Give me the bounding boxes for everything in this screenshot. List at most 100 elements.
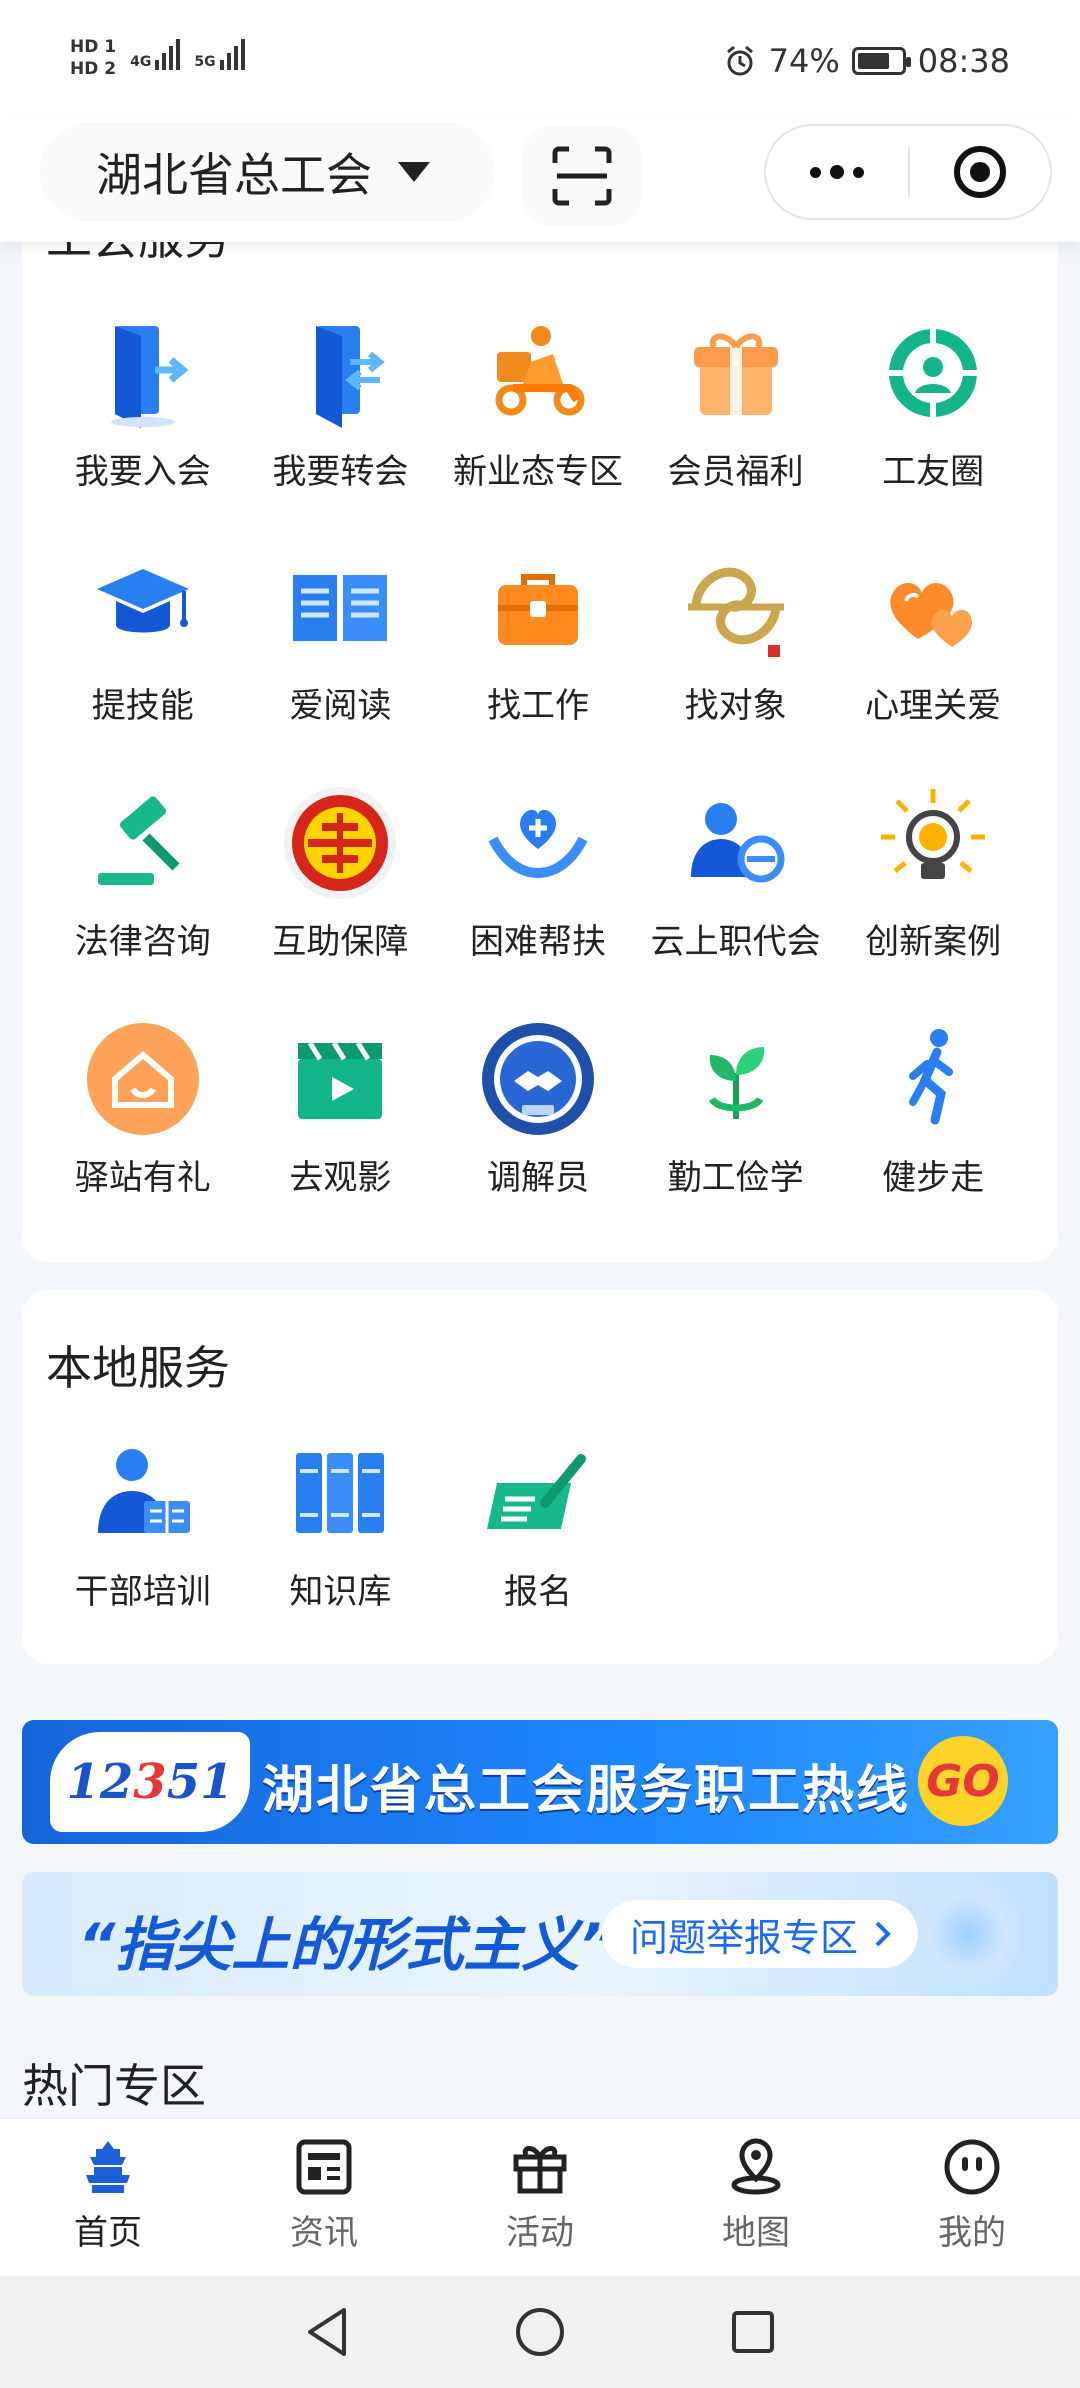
signup-icon [473,1428,603,1558]
scan-button[interactable] [522,126,642,226]
matchmaking-logo-icon [671,542,801,672]
gift-icon [513,2146,567,2194]
hotline-banner[interactable]: 12 3 51 湖北省总工会服务职工热线 GO [22,1720,1058,1844]
service-walking[interactable]: 健步走 [834,1014,1032,1199]
service-label: 找对象 [684,686,787,726]
status-bar: HD 1 HD 2 4G 5G 74% 08:38 [0,0,1080,120]
report-zone-button[interactable]: 问题举报专区 [602,1900,919,1968]
hotline-logo-part: 3 [133,1754,167,1810]
go-button[interactable]: GO [918,1736,1008,1826]
service-transfer[interactable]: 我要转会 [242,308,440,493]
alarm-icon [726,45,753,76]
service-label: 法律咨询 [74,922,211,962]
delivery-rider-icon [473,308,603,438]
home-circle-icon[interactable] [512,2304,568,2360]
union-services-card: 工会服务 我要入会 我要转会 新业态专区 会员福利 [22,180,1058,1262]
tab-label: 首页 [74,2213,142,2253]
battery-percent: 74% [768,42,840,80]
city-name: 湖北省总工会 [96,148,372,202]
service-join[interactable]: 我要入会 [44,308,242,493]
service-work-study[interactable]: 勤工俭学 [637,1014,835,1199]
service-label: 找工作 [486,686,589,726]
service-label: 工友圈 [882,452,985,492]
gavel-icon [78,778,208,908]
hotline-logo-part: 12 [66,1754,134,1810]
hotline-text: 湖北省总工会服务职工热线 [262,1761,911,1821]
banner-decoration [908,1878,1028,1990]
tab-profile[interactable]: 我的 [864,2119,1080,2276]
tab-label: 地图 [722,2213,790,2253]
hot-section-title: 热门专区 [22,2059,206,2113]
service-label: 创新案例 [865,922,1002,962]
local-service-label: 干部培训 [74,1572,211,1612]
service-label: 我要入会 [74,452,211,492]
service-reading[interactable]: 爱阅读 [242,542,440,727]
hd-indicator: HD 1 HD 2 [70,36,116,80]
formalism-report-banner[interactable]: “指尖上的形式主义” 问题举报专区 [22,1872,1058,1996]
service-mental-care[interactable]: 心理关爱 [834,542,1032,727]
service-find-job[interactable]: 找工作 [439,542,637,727]
tab-activities[interactable]: 活动 [432,2119,648,2276]
union-emblem-icon [275,778,405,908]
caret-down-icon [398,162,430,182]
tab-news[interactable]: 资讯 [216,2119,432,2276]
service-innovation-cases[interactable]: 创新案例 [834,778,1032,963]
station-house-icon [78,1014,208,1144]
signal-bars-icon [219,36,245,70]
helping-hands-icon [473,778,603,908]
city-selector[interactable]: 湖北省总工会 [40,122,495,222]
service-row-3: 法律咨询 互助保障 困难帮扶 云上职代会 创新案例 [22,778,1058,963]
hd2-label: HD 2 [70,59,117,79]
service-mutual-aid[interactable]: 互助保障 [242,778,440,963]
local-service-signup[interactable]: 报名 [439,1428,637,1613]
service-skills[interactable]: 提技能 [44,542,242,727]
local-service-cadre-training[interactable]: 干部培训 [44,1428,242,1613]
service-station-gift[interactable]: 驿站有礼 [44,1014,242,1199]
service-label: 调解员 [486,1158,589,1198]
service-label: 去观影 [289,1158,392,1198]
service-row-1: 我要入会 我要转会 新业态专区 会员福利 工友圈 [22,308,1058,493]
service-new-economy[interactable]: 新业态专区 [439,308,637,493]
service-label: 云上职代会 [650,922,821,962]
network-5g-label: 5G [194,54,216,70]
recents-square-icon[interactable] [728,2307,778,2357]
transfer-door-icon [275,308,405,438]
service-cloud-congress[interactable]: 云上职代会 [637,778,835,963]
formalism-text: “指尖上的形式主义” [78,1911,617,1979]
service-label: 新业态专区 [452,452,623,492]
gift-box-icon [671,308,801,438]
system-navigation-bar [0,2276,1080,2388]
service-find-partner[interactable]: 找对象 [637,542,835,727]
briefcase-icon [473,542,603,672]
target-icon [954,146,1006,198]
join-door-icon [78,308,208,438]
graduation-cap-icon [78,542,208,672]
close-miniapp-button[interactable] [910,144,1050,200]
profile-face-icon [944,2139,1000,2195]
signal-bars-icon [155,36,181,70]
signal-4g: 4G [130,36,181,70]
worker-circle-icon [868,308,998,438]
tab-map[interactable]: 地图 [648,2119,864,2276]
tab-label: 活动 [506,2213,574,2253]
service-hardship-aid[interactable]: 困难帮扶 [439,778,637,963]
local-service-row: 干部培训 知识库 报名 [22,1428,1058,1613]
service-worker-circle[interactable]: 工友圈 [834,308,1032,493]
knowledge-base-icon [275,1428,405,1558]
scan-icon [552,146,612,206]
local-service-label: 报名 [503,1572,572,1612]
service-label: 健步走 [882,1158,985,1198]
service-label: 提技能 [91,686,194,726]
service-row-4: 驿站有礼 去观影 调解员 勤工俭学 健步走 [22,1014,1058,1199]
tab-home[interactable]: 首页 [0,2119,216,2276]
service-mediator[interactable]: 调解员 [439,1014,637,1199]
service-legal[interactable]: 法律咨询 [44,778,242,963]
local-service-knowledge-base[interactable]: 知识库 [242,1428,440,1613]
network-4g-label: 4G [130,54,152,70]
back-icon[interactable] [302,2304,352,2360]
service-label: 爱阅读 [289,686,392,726]
service-label: 困难帮扶 [469,922,606,962]
more-menu-button[interactable] [766,165,908,179]
service-member-benefits[interactable]: 会员福利 [637,308,835,493]
service-movies[interactable]: 去观影 [242,1014,440,1199]
